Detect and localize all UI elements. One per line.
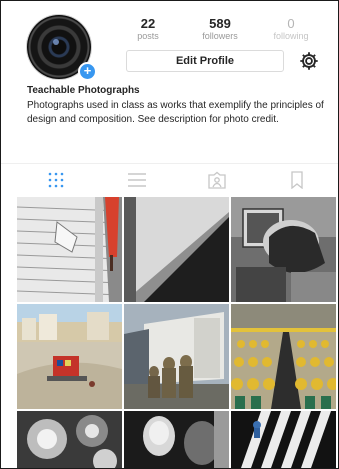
- following-count: 0: [287, 16, 295, 31]
- followers-count: 589: [209, 16, 231, 31]
- settings-gear-icon[interactable]: [298, 50, 320, 72]
- add-story-badge[interactable]: +: [78, 62, 97, 81]
- profile-name: Teachable Photographs: [27, 85, 140, 96]
- photo-tile-stairs-red-figure[interactable]: [17, 197, 122, 302]
- posts-label: posts: [137, 31, 159, 41]
- grid-view-tab-icon[interactable]: [46, 171, 66, 189]
- photo-tile-soldiers-truck[interactable]: [124, 304, 229, 409]
- posts-count: 22: [140, 16, 156, 31]
- posts-stat[interactable]: 22 posts: [118, 16, 178, 42]
- photo-tile-factory-workers-rows[interactable]: [231, 304, 336, 409]
- following-label: following: [273, 31, 309, 41]
- list-view-tab-icon[interactable]: [127, 171, 147, 189]
- following-stat[interactable]: 0 following: [261, 16, 321, 42]
- saved-bookmark-tab-icon[interactable]: [287, 171, 307, 189]
- photo-tile-bw-portrait[interactable]: [124, 411, 229, 468]
- photo-tile-city-red-container[interactable]: [17, 304, 122, 409]
- photo-tile-crosswalk[interactable]: [231, 411, 336, 468]
- profile-screen: + 22 posts 589 followers 0 following Edi…: [0, 0, 339, 469]
- edit-profile-button[interactable]: Edit Profile: [126, 50, 284, 72]
- profile-bio: Photographs used in class as works that …: [27, 100, 324, 125]
- profile-tabs: [1, 163, 338, 194]
- photo-tile-bw-shadow-diagonal[interactable]: [124, 197, 229, 302]
- photo-tile-hand-with-photo[interactable]: [231, 197, 336, 302]
- followers-label: followers: [202, 31, 238, 41]
- followers-stat[interactable]: 589 followers: [190, 16, 250, 42]
- photo-tile-bw-floral-pattern[interactable]: [17, 411, 122, 468]
- photo-grid: [17, 197, 337, 468]
- tagged-photos-tab-icon[interactable]: [207, 171, 227, 189]
